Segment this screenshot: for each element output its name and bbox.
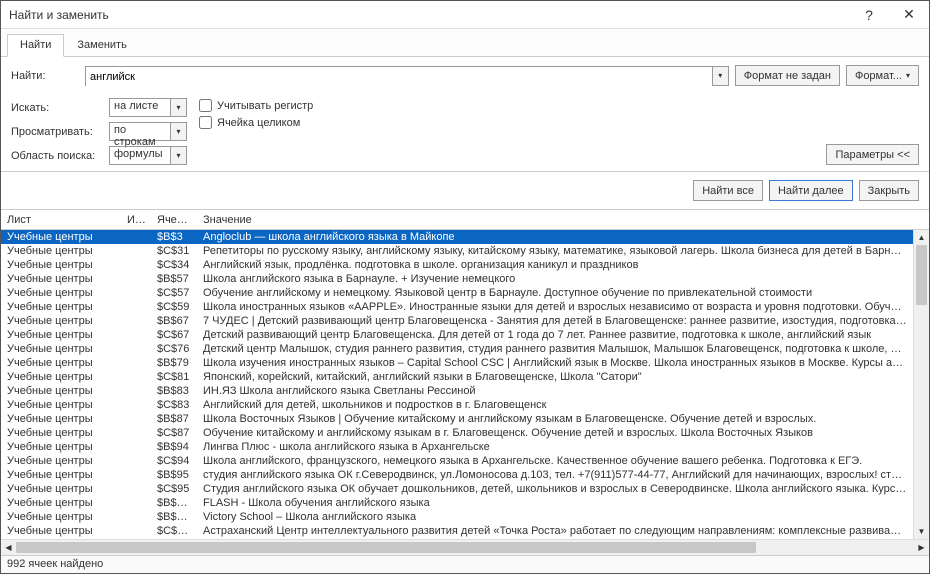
cell-name — [121, 501, 151, 505]
cell-name — [121, 487, 151, 491]
hscroll-thumb[interactable] — [16, 542, 756, 553]
cell-name — [121, 515, 151, 519]
col-name[interactable]: Имя — [121, 212, 151, 228]
table-row[interactable]: Учебные центры$C$95Студия английского яз… — [1, 482, 913, 496]
tab-replace[interactable]: Заменить — [64, 34, 139, 57]
titlebar: Найти и заменить ? ✕ — [1, 1, 929, 29]
scroll-right-icon[interactable]: ▶ — [914, 540, 929, 555]
look-order-label: Просматривать: — [11, 126, 105, 138]
window-title: Найти и заменить — [9, 8, 849, 22]
action-buttons: Найти все Найти далее Закрыть — [1, 172, 929, 210]
table-row[interactable]: Учебные центры$B$94Лингва Плюс - школа а… — [1, 440, 913, 454]
cell-name — [121, 431, 151, 435]
options-toggle-button[interactable]: Параметры << — [826, 144, 919, 165]
table-row[interactable]: Учебные центры$B$87Школа Восточных Языко… — [1, 412, 913, 426]
cell-name — [121, 445, 151, 449]
table-row[interactable]: Учебные центры$B$109Victory School – Шко… — [1, 510, 913, 524]
table-row[interactable]: Учебные центры$C$57Обучение английскому … — [1, 286, 913, 300]
cell-name — [121, 361, 151, 365]
find-all-button[interactable]: Найти все — [693, 180, 763, 201]
format-button[interactable]: Формат... — [846, 65, 919, 86]
table-row[interactable]: Учебные центры$C$76Детский центр Малышок… — [1, 342, 913, 356]
results-body[interactable]: Учебные центры$B$3Angloclub — школа англ… — [1, 230, 913, 539]
table-row[interactable]: Учебные центры$B$83ИН.ЯЗ Школа английско… — [1, 384, 913, 398]
look-in-combo[interactable]: формулы▾ — [109, 146, 187, 165]
find-label: Найти: — [11, 70, 79, 82]
match-whole-check[interactable]: Ячейка целиком — [199, 116, 313, 129]
table-row[interactable]: Учебные центры$C$59Школа иностранных язы… — [1, 300, 913, 314]
table-row[interactable]: Учебные центры$B$3Angloclub — школа англ… — [1, 230, 913, 244]
table-row[interactable]: Учебные центры$C$87Обучение китайскому и… — [1, 426, 913, 440]
find-input[interactable]: ▾ — [85, 66, 729, 86]
cell-name — [121, 291, 151, 295]
table-row[interactable]: Учебные центры$C$122Астраханский Центр и… — [1, 524, 913, 538]
cell-name — [121, 277, 151, 281]
look-order-combo[interactable]: по строкам▾ — [109, 122, 187, 141]
help-button[interactable]: ? — [849, 1, 889, 29]
scroll-down-icon[interactable]: ▼ — [914, 524, 929, 539]
cell-name — [121, 529, 151, 533]
table-row[interactable]: Учебные центры$C$83Английский для детей,… — [1, 398, 913, 412]
horizontal-scrollbar[interactable]: ◀ ▶ — [1, 539, 929, 555]
table-row[interactable]: Учебные центры$C$34Английский язык, прод… — [1, 258, 913, 272]
results-table: Лист Имя Ячейка Значение Учебные центры$… — [1, 210, 929, 555]
tab-find[interactable]: Найти — [7, 34, 64, 57]
cell-name — [121, 417, 151, 421]
look-in-label: Область поиска: — [11, 150, 105, 162]
col-value[interactable]: Значение — [197, 212, 929, 228]
table-row[interactable]: Учебные центры$B$79Школа изучения иностр… — [1, 356, 913, 370]
cell-name — [121, 235, 151, 239]
vertical-scrollbar[interactable]: ▲ ▼ — [913, 230, 929, 539]
search-form: Найти: ▾ Формат не задан Формат... Искат… — [1, 57, 929, 172]
cell-name — [121, 333, 151, 337]
find-next-button[interactable]: Найти далее — [769, 180, 853, 201]
cell-name — [121, 263, 151, 267]
tabstrip: Найти Заменить — [1, 29, 929, 57]
find-text-field[interactable] — [86, 67, 712, 87]
find-history-dropdown[interactable]: ▾ — [712, 67, 728, 85]
col-cell[interactable]: Ячейка — [151, 212, 197, 228]
scroll-left-icon[interactable]: ◀ — [1, 540, 16, 555]
search-scope-label: Искать: — [11, 102, 105, 114]
no-format-button[interactable]: Формат не задан — [735, 65, 840, 86]
cell-name — [121, 347, 151, 351]
cell-name — [121, 249, 151, 253]
table-row[interactable]: Учебные центры$C$81Японский, корейский, … — [1, 370, 913, 384]
find-replace-dialog: Найти и заменить ? ✕ Найти Заменить Найт… — [0, 0, 930, 574]
table-row[interactable]: Учебные центры$C$67Детский развивающий ц… — [1, 328, 913, 342]
cell-name — [121, 403, 151, 407]
results-header: Лист Имя Ячейка Значение — [1, 210, 929, 230]
match-case-check[interactable]: Учитывать регистр — [199, 99, 313, 112]
cell-name — [121, 319, 151, 323]
table-row[interactable]: Учебные центры$B$95студия английского яз… — [1, 468, 913, 482]
vscroll-thumb[interactable] — [916, 245, 927, 305]
close-button[interactable]: Закрыть — [859, 180, 919, 201]
cell-name — [121, 305, 151, 309]
table-row[interactable]: Учебные центры$B$677 ЧУДЕС | Детский раз… — [1, 314, 913, 328]
table-row[interactable]: Учебные центры$C$31Репетиторы по русском… — [1, 244, 913, 258]
close-window-button[interactable]: ✕ — [889, 1, 929, 29]
scroll-up-icon[interactable]: ▲ — [914, 230, 929, 245]
table-row[interactable]: Учебные центры$C$94Школа английского, фр… — [1, 454, 913, 468]
status-bar: 992 ячеек найдено — [1, 555, 929, 573]
cell-name — [121, 473, 151, 477]
col-sheet[interactable]: Лист — [1, 212, 121, 228]
table-row[interactable]: Учебные центры$B$57Школа английского язы… — [1, 272, 913, 286]
cell-name — [121, 459, 151, 463]
cell-name — [121, 389, 151, 393]
cell-name — [121, 375, 151, 379]
table-row[interactable]: Учебные центры$B$108FLASH - Школа обучен… — [1, 496, 913, 510]
search-scope-combo[interactable]: на листе▾ — [109, 98, 187, 117]
